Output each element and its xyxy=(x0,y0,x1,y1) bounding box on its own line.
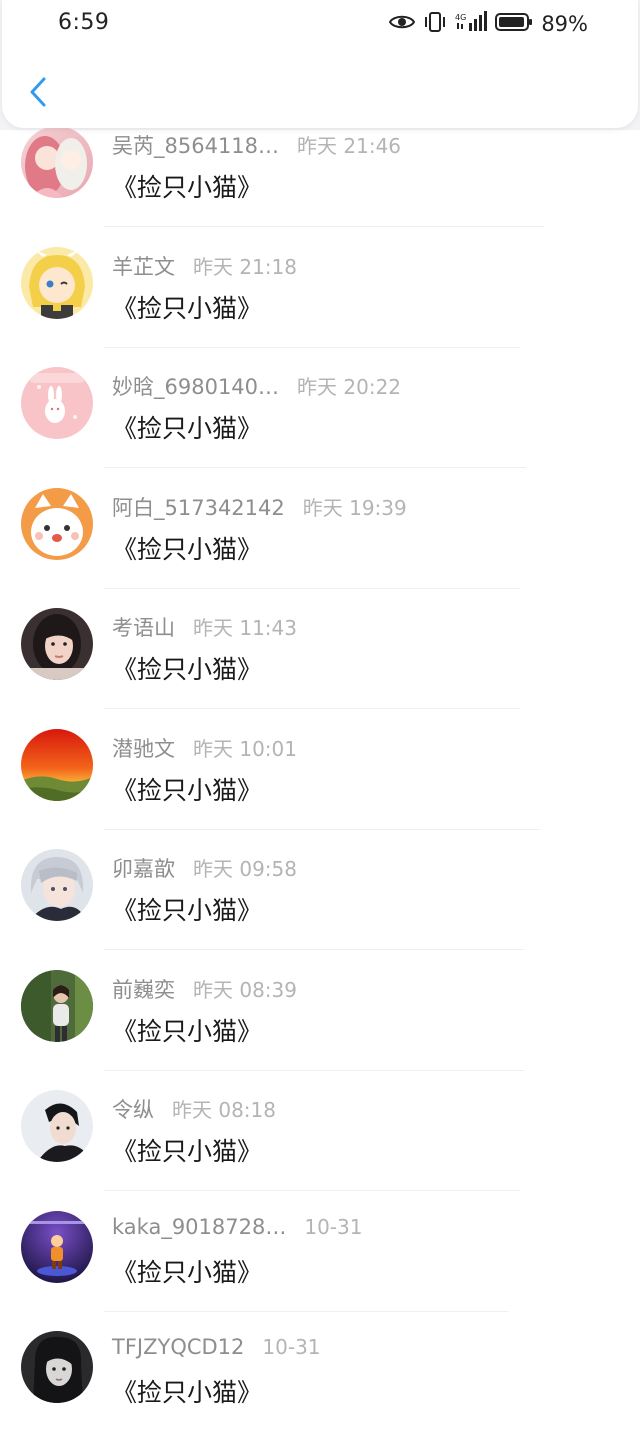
message-text: 《捡只小猫》 xyxy=(112,896,263,925)
message-text: 《捡只小猫》 xyxy=(112,775,263,805)
sender-name[interactable]: 潜驰文 xyxy=(112,733,175,763)
avatar[interactable] xyxy=(21,246,93,319)
message-row[interactable]: 令纵 昨天 08:18 《捡只小猫》 xyxy=(0,1084,640,1205)
battery-icon xyxy=(495,12,533,36)
message-row[interactable]: 潜驰文 昨天 10:01 《捡只小猫》 xyxy=(0,723,640,844)
message-text: 《捡只小猫》 xyxy=(112,414,263,443)
signal-icon: 4G xyxy=(455,11,488,37)
message-timestamp: 昨天 10:01 xyxy=(193,736,297,761)
message-row[interactable]: kaka_9018728… 10-31 《捡只小猫》 xyxy=(0,1205,640,1326)
message-meta: kaka_9018728… 10-31 xyxy=(112,1215,362,1239)
avatar[interactable] xyxy=(21,849,93,921)
sender-name[interactable]: 吴芮_8564118… xyxy=(112,130,279,160)
avatar[interactable] xyxy=(21,1210,93,1283)
message-row[interactable]: 前巍奕 昨天 08:39 《捡只小猫》 xyxy=(0,964,640,1085)
message-row[interactable]: 阿白_517342142 昨天 19:39 《捡只小猫》 xyxy=(0,482,640,603)
message-text: 《捡只小猫》 xyxy=(112,534,263,564)
status-icons: 4G 89% xyxy=(389,11,588,37)
message-timestamp: 昨天 11:43 xyxy=(193,616,297,640)
vibrate-icon xyxy=(423,11,447,37)
avatar[interactable] xyxy=(21,487,93,560)
avatar[interactable] xyxy=(21,367,93,439)
message-text: 《捡只小猫》 xyxy=(112,1378,263,1407)
eye-icon xyxy=(389,13,416,35)
sender-name[interactable]: 羊芷文 xyxy=(112,251,175,281)
status-bar: 6:59 4G 89% xyxy=(2,0,638,50)
row-divider xyxy=(104,587,520,589)
message-meta: TFJZYQCD12 10-31 xyxy=(112,1335,321,1359)
message-row[interactable]: 吴芮_8564118… 昨天 21:46 《捡只小猫》 xyxy=(0,120,640,241)
message-meta: 前巍奕 昨天 08:39 xyxy=(112,974,297,1004)
message-row[interactable]: 妙晗_6980140… 昨天 20:22 《捡只小猫》 xyxy=(0,361,640,482)
message-timestamp: 昨天 21:46 xyxy=(297,134,402,158)
row-divider xyxy=(104,1069,524,1071)
sender-name[interactable]: 令纵 xyxy=(112,1094,154,1124)
row-divider xyxy=(104,708,520,709)
sender-name[interactable]: 卯嘉歆 xyxy=(112,853,175,883)
row-divider xyxy=(104,226,544,227)
row-divider xyxy=(104,1310,508,1312)
back-button[interactable] xyxy=(18,70,58,118)
sender-name[interactable]: 考语山 xyxy=(112,612,175,642)
message-text: 《捡只小猫》 xyxy=(112,1016,263,1046)
avatar[interactable] xyxy=(21,1331,93,1403)
message-text: 《捡只小猫》 xyxy=(112,293,263,323)
message-list: 吴芮_8564118… 昨天 21:46 《捡只小猫》 羊芷文 昨天 21:18 《捡只… xyxy=(0,120,640,1446)
message-timestamp: 昨天 08:18 xyxy=(172,1098,276,1122)
network-label: 4G xyxy=(455,13,466,22)
message-timestamp: 昨天 08:39 xyxy=(193,977,297,1002)
message-row[interactable]: TFJZYQCD12 10-31 《捡只小猫》 xyxy=(0,1325,640,1446)
message-meta: 潜驰文 昨天 10:01 xyxy=(112,733,297,763)
sender-name[interactable]: 前巍奕 xyxy=(112,974,175,1004)
message-timestamp: 10-31 xyxy=(304,1214,363,1239)
header-bar: 6:59 4G 89% xyxy=(2,0,638,128)
avatar[interactable] xyxy=(21,728,93,801)
sender-name[interactable]: TFJZYQCD12 xyxy=(112,1335,244,1359)
avatar[interactable] xyxy=(21,126,93,198)
message-row[interactable]: 考语山 昨天 11:43 《捡只小猫》 xyxy=(0,602,640,723)
message-meta: 妙晗_6980140… 昨天 20:22 xyxy=(112,371,401,401)
row-divider xyxy=(104,828,540,830)
sender-name[interactable]: kaka_9018728… xyxy=(112,1215,286,1239)
avatar[interactable] xyxy=(21,969,93,1042)
message-meta: 考语山 昨天 11:43 xyxy=(112,612,297,642)
chevron-left-icon xyxy=(28,76,48,112)
message-meta: 阿白_517342142 昨天 19:39 xyxy=(112,492,407,522)
row-divider xyxy=(104,949,524,950)
message-meta: 吴芮_8564118… 昨天 21:46 xyxy=(112,130,401,160)
row-divider xyxy=(104,467,526,468)
status-time: 6:59 xyxy=(58,10,110,35)
sender-name[interactable]: 阿白_517342142 xyxy=(112,492,285,522)
avatar[interactable] xyxy=(21,1090,93,1162)
message-text: 《捡只小猫》 xyxy=(112,1137,263,1166)
message-timestamp: 昨天 21:18 xyxy=(193,254,297,279)
message-timestamp: 昨天 09:58 xyxy=(193,857,297,881)
battery-percent: 89% xyxy=(541,12,588,36)
message-text: 《捡只小猫》 xyxy=(112,655,263,684)
message-meta: 羊芷文 昨天 21:18 xyxy=(112,251,297,281)
message-timestamp: 10-31 xyxy=(262,1335,321,1359)
message-meta: 令纵 昨天 08:18 xyxy=(112,1094,276,1124)
row-divider xyxy=(104,346,520,348)
message-text: 《捡只小猫》 xyxy=(112,1257,263,1287)
message-meta: 卯嘉歆 昨天 09:58 xyxy=(112,853,297,883)
message-timestamp: 昨天 19:39 xyxy=(302,495,407,520)
message-row[interactable]: 羊芷文 昨天 21:18 《捡只小猫》 xyxy=(0,241,640,362)
message-timestamp: 昨天 20:22 xyxy=(297,375,402,399)
sender-name[interactable]: 妙晗_6980140… xyxy=(112,371,279,401)
row-divider xyxy=(104,1190,520,1191)
avatar[interactable] xyxy=(21,608,93,680)
message-row[interactable]: 卯嘉歆 昨天 09:58 《捡只小猫》 xyxy=(0,843,640,964)
message-text: 《捡只小猫》 xyxy=(112,173,263,202)
